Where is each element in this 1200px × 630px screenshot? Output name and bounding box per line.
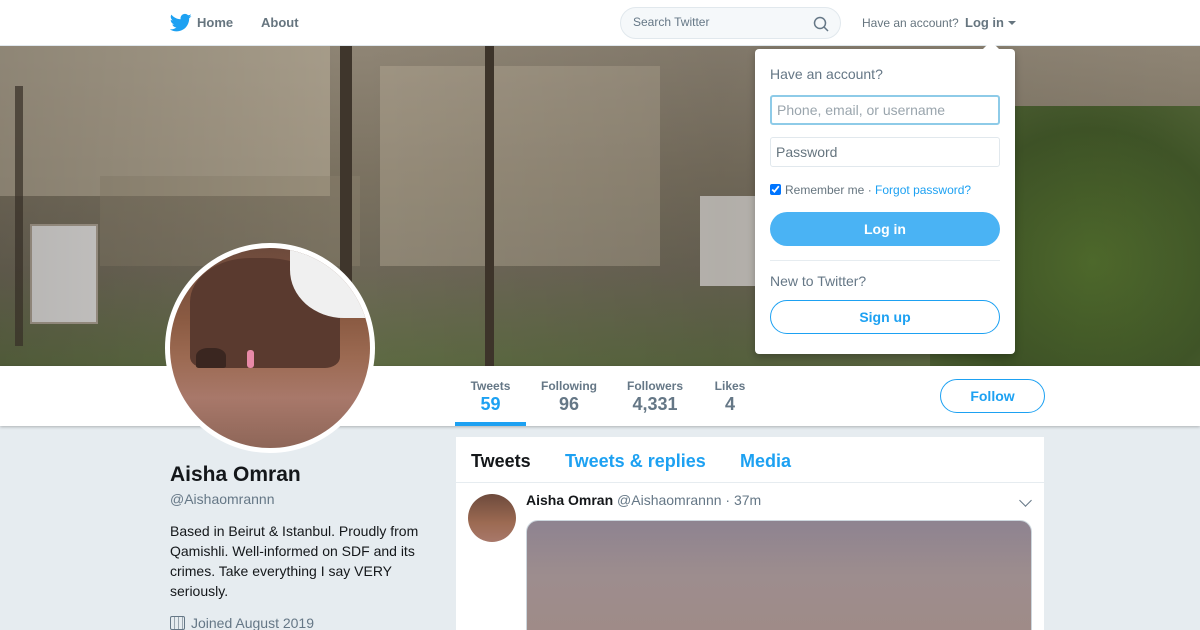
- search-box: [620, 7, 841, 39]
- stat-value: 4,331: [632, 394, 678, 414]
- tab-tweets[interactable]: Tweets: [471, 451, 531, 472]
- have-account-text: Have an account?: [862, 16, 959, 30]
- forgot-password-link[interactable]: Forgot password?: [875, 183, 971, 197]
- timeline-tabs: Tweets Tweets & replies Media: [456, 437, 1044, 483]
- tweet-item[interactable]: Aisha Omran @Aishaomrannn · 37m: [456, 483, 1044, 630]
- timeline: Tweets Tweets & replies Media Aisha Omra…: [456, 437, 1044, 630]
- remember-me-checkbox[interactable]: [770, 184, 781, 195]
- search-input[interactable]: [633, 15, 803, 29]
- chevron-down-icon[interactable]: [1019, 494, 1032, 507]
- search-icon[interactable]: [813, 16, 829, 32]
- nav-home-link[interactable]: Home: [197, 15, 233, 30]
- tab-tweets-replies[interactable]: Tweets & replies: [565, 451, 706, 472]
- tweet-media-image[interactable]: [526, 520, 1032, 630]
- twitter-logo-icon[interactable]: [170, 13, 192, 33]
- tab-media[interactable]: Media: [740, 451, 791, 472]
- stat-likes[interactable]: Likes 4: [706, 366, 754, 426]
- tweet-author-name[interactable]: Aisha Omran: [526, 492, 613, 508]
- tweet-timestamp[interactable]: 37m: [734, 492, 761, 508]
- remember-me-label[interactable]: Remember me: [785, 183, 864, 197]
- remember-separator: ·: [867, 183, 872, 197]
- stat-value: 59: [480, 394, 501, 414]
- profile-handle[interactable]: @Aishaomrannn: [170, 491, 275, 507]
- tweet-header: Aisha Omran @Aishaomrannn · 37m: [526, 492, 761, 508]
- login-dropdown-toggle[interactable]: Log in: [965, 15, 1004, 30]
- caret-down-icon[interactable]: [1008, 21, 1016, 25]
- login-dropdown: Have an account? Remember me · Forgot pa…: [755, 41, 1015, 354]
- stat-label: Tweets: [470, 379, 511, 393]
- stat-label: Likes: [714, 379, 746, 393]
- calendar-icon: [170, 616, 185, 630]
- remember-row: Remember me · Forgot password?: [770, 183, 971, 197]
- stat-tweets[interactable]: Tweets 59: [455, 366, 526, 426]
- stat-followers[interactable]: Followers 4,331: [618, 366, 692, 426]
- password-field[interactable]: [770, 137, 1000, 167]
- joined-date: Joined August 2019: [191, 615, 314, 630]
- nav-about-link[interactable]: About: [261, 15, 299, 30]
- tweet-separator: ·: [725, 492, 731, 508]
- follow-button[interactable]: Follow: [940, 379, 1045, 413]
- signup-button[interactable]: Sign up: [770, 300, 1000, 334]
- dropdown-title: Have an account?: [770, 66, 883, 82]
- profile-name[interactable]: Aisha Omran: [170, 463, 301, 487]
- profile-avatar[interactable]: [165, 243, 375, 453]
- profile-bio: Based in Beirut & Istanbul. Proudly from…: [170, 523, 419, 599]
- stat-value: 96: [558, 394, 580, 414]
- stat-following[interactable]: Following 96: [530, 366, 608, 426]
- tweet-avatar[interactable]: [468, 494, 516, 542]
- tweet-author-handle[interactable]: @Aishaomrannn: [617, 492, 722, 508]
- username-field[interactable]: [770, 95, 1000, 125]
- top-navigation: Home About Have an account? Log in: [0, 0, 1200, 46]
- login-button[interactable]: Log in: [770, 212, 1000, 246]
- new-to-twitter-text: New to Twitter?: [770, 273, 867, 289]
- divider: [770, 260, 1000, 261]
- profile-joined: Joined August 2019: [170, 615, 314, 630]
- stat-label: Following: [541, 379, 597, 393]
- stat-value: 4: [724, 394, 735, 414]
- stat-label: Followers: [626, 379, 683, 393]
